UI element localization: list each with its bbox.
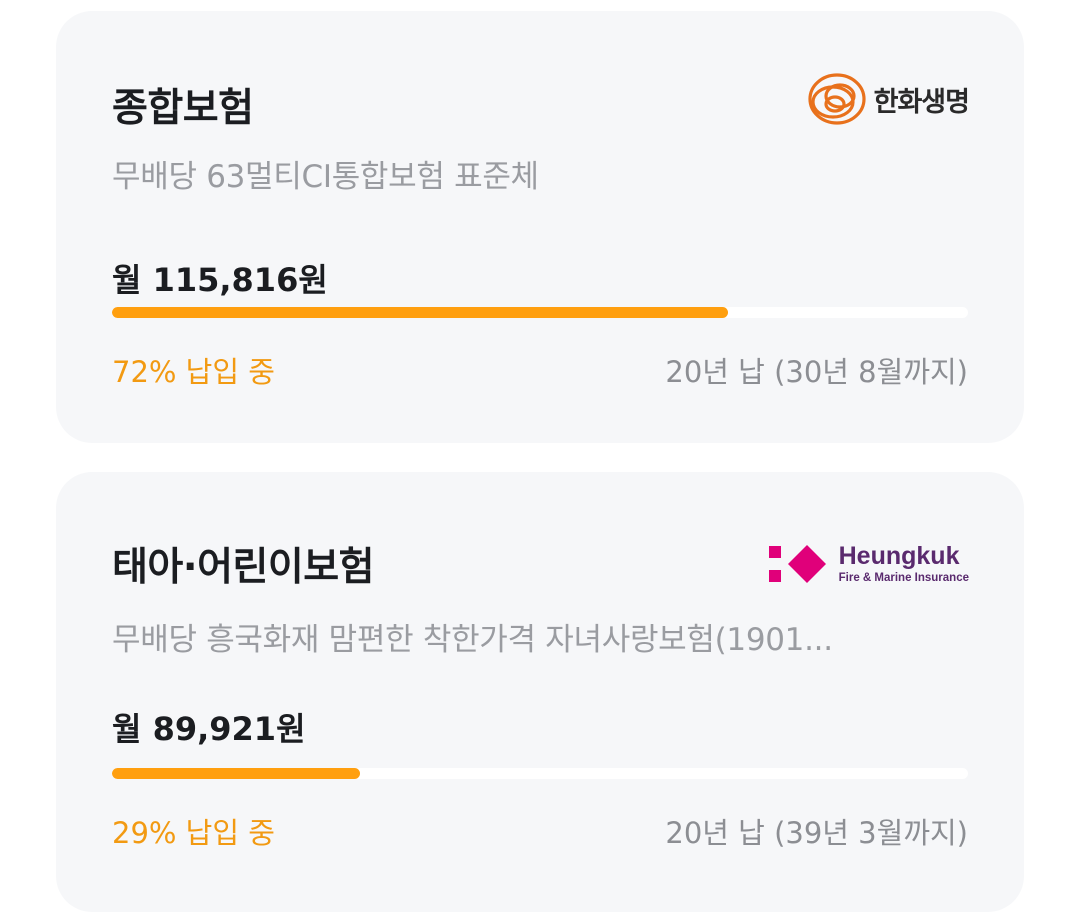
insurance-category: 종합보험 (112, 86, 254, 131)
insurer-logo: Heungkuk Fire & Marine Insurance (768, 540, 969, 588)
payment-progress-bar (112, 307, 968, 318)
product-name: 무배당 63멀티CI통합보험 표준체 (112, 159, 539, 195)
insurance-category: 태아·어린이보험 (112, 545, 374, 590)
insurer-logo: 한화생명 (806, 69, 970, 129)
payment-status: 72% 납입 중 (112, 355, 275, 389)
monthly-premium: 월 115,816원 (112, 261, 328, 299)
heungkuk-logo-icon (768, 545, 826, 583)
insurer-subtitle: Fire & Marine Insurance (838, 571, 969, 584)
payment-progress-bar (112, 768, 968, 779)
payment-term: 20년 납 (39년 3월까지) (665, 816, 968, 850)
insurer-name: 한화생명 (873, 86, 970, 118)
payment-status: 29% 납입 중 (112, 816, 275, 850)
monthly-premium: 월 89,921원 (112, 710, 306, 748)
insurer-name: Heungkuk (838, 541, 960, 570)
insurance-card[interactable]: 태아·어린이보험 Heungkuk Fire & Marine Insuranc… (56, 472, 1024, 912)
hanwha-logo-icon (808, 73, 866, 125)
payment-term: 20년 납 (30년 8월까지) (665, 355, 968, 389)
product-name: 무배당 흥국화재 맘편한 착한가격 자녀사랑보험(1901... (112, 622, 833, 658)
payment-progress-fill (112, 768, 361, 779)
payment-progress-fill (112, 307, 729, 318)
insurance-card[interactable]: 종합보험 한화생명 무배당 63멀티CI통합보험 표준체 월 115,816원 … (56, 11, 1024, 443)
